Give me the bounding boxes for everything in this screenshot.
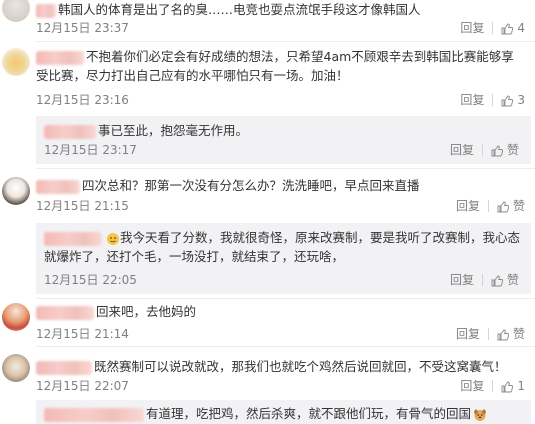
comment-item: 既然赛制可以说改就改，那我们也就吃个鸡然后说回就回，不受这窝囊气！ 12月15日… [0, 352, 535, 396]
reply-button[interactable]: 回复 [456, 198, 480, 214]
like-button[interactable]: 4 [501, 20, 525, 36]
username-blurred[interactable] [36, 305, 94, 320]
reply-text: 有道理，吃把鸡，然后杀爽，就不跟他们玩，有骨气的回国 [44, 404, 523, 423]
comment-actions: 回复 赞 [456, 326, 525, 342]
comment-timestamp: 12月15日 22:07 [36, 379, 129, 393]
like-count: 1 [517, 379, 525, 393]
comment-actions: 回复 4 [460, 20, 525, 36]
reply-button[interactable]: 回复 [450, 142, 474, 158]
reply-button[interactable]: 回复 [456, 326, 480, 342]
comment-timestamp: 12月15日 23:16 [36, 93, 129, 107]
thumbs-up-icon [501, 23, 514, 34]
like-count: 3 [517, 93, 525, 107]
username-blurred[interactable] [36, 360, 92, 375]
reply-box: 有道理，吃把鸡，然后杀爽，就不跟他们玩，有骨气的回国 [36, 400, 531, 424]
comment-text: 不抱着你们必定会有好成绩的想法，只希望4am不顾艰辛去到韩国比赛能够享受比赛，尽… [36, 49, 514, 83]
dog-emoji-icon [474, 409, 486, 421]
comment-text: 既然赛制可以说改就改，那我们也就吃个鸡然后说回就回，不受这窝囊气！ [36, 357, 525, 376]
action-divider [487, 328, 489, 340]
thumbs-up-icon [491, 145, 503, 156]
thumbs-up-icon [497, 329, 509, 340]
comment-timestamp: 12月15日 21:14 [36, 327, 129, 341]
comment-item: 不抱着你们必定会有好成绩的想法，只希望4am不顾艰辛去到韩国比赛能够享受比赛，尽… [0, 44, 535, 164]
action-divider [481, 274, 483, 286]
comment-actions: 回复 3 [460, 92, 525, 108]
comment-item: 回来吧，去他妈的 12月15日 21:14 回复 赞 [0, 302, 535, 344]
comment-actions: 回复 赞 [456, 198, 525, 214]
like-button[interactable]: 1 [501, 378, 525, 394]
comment-text: 四次总和？那第一次没有分怎么办？洗洗睡吧，早点回来直播 [36, 176, 525, 195]
like-button[interactable]: 赞 [491, 142, 519, 158]
reply-text: 我今天看了分数，我就很奇怪，原来改赛制，要是我听了改赛制，我心态就爆炸了，还打个… [44, 230, 521, 264]
thumbs-up-icon [497, 201, 509, 212]
emoji-icon [107, 232, 119, 245]
username-blurred[interactable] [44, 231, 102, 246]
username-blurred[interactable] [44, 407, 144, 422]
like-button[interactable]: 赞 [497, 198, 525, 214]
avatar[interactable] [2, 0, 30, 22]
comment-timestamp: 12月15日 23:37 [36, 21, 129, 35]
comment-divider [36, 346, 535, 347]
comment-actions: 回复 1 [460, 378, 525, 394]
comment-divider [36, 168, 535, 169]
avatar[interactable] [2, 177, 30, 205]
action-divider [492, 94, 494, 106]
like-label: 赞 [506, 143, 519, 157]
comment-item: 韩国人的体育是出了名的臭……电竞也耍点流氓手段这才像韩国人 12月15日 23:… [0, 0, 535, 44]
avatar[interactable] [2, 354, 30, 382]
comment-timestamp: 12月15日 21:15 [36, 199, 129, 213]
reply-actions: 回复 赞 [450, 142, 519, 158]
reply-timestamp: 12月15日 22:05 [44, 273, 137, 287]
like-count: 4 [517, 21, 525, 35]
action-divider [492, 22, 494, 34]
action-divider [481, 144, 483, 156]
like-button[interactable]: 赞 [491, 272, 519, 288]
like-button[interactable]: 3 [501, 92, 525, 108]
reply-text: 事已至此，抱怨毫无作用。 [44, 121, 523, 140]
like-label: 赞 [506, 273, 519, 287]
action-divider [487, 200, 489, 212]
reply-button[interactable]: 回复 [460, 378, 484, 394]
username-blurred[interactable] [44, 124, 96, 139]
like-label: 赞 [512, 327, 525, 341]
thumbs-up-icon [501, 381, 514, 392]
username-blurred[interactable] [36, 3, 56, 18]
reply-button[interactable]: 回复 [460, 20, 484, 36]
thumbs-up-icon [501, 95, 514, 106]
reply-timestamp: 12月15日 23:17 [44, 143, 137, 157]
action-divider [492, 380, 494, 392]
reply-box: 我今天看了分数，我就很奇怪，原来改赛制，要是我听了改赛制，我心态就爆炸了，还打个… [36, 223, 531, 294]
comment-text: 回来吧，去他妈的 [36, 302, 525, 321]
avatar[interactable] [2, 303, 30, 331]
reply-button[interactable]: 回复 [450, 272, 474, 288]
thumbs-up-icon [491, 275, 503, 286]
reply-button[interactable]: 回复 [460, 92, 484, 108]
like-label: 赞 [512, 199, 525, 213]
reply-actions: 回复 赞 [450, 272, 519, 288]
comment-divider [36, 298, 535, 299]
comment-item: 四次总和？那第一次没有分怎么办？洗洗睡吧，早点回来直播 12月15日 21:15… [0, 172, 535, 298]
comment-divider [36, 41, 535, 42]
username-blurred[interactable] [36, 50, 84, 65]
like-button[interactable]: 赞 [497, 326, 525, 342]
comment-text: 韩国人的体育是出了名的臭……电竞也耍点流氓手段这才像韩国人 [36, 0, 525, 19]
reply-box: 事已至此，抱怨毫无作用。 12月15日 23:17 回复 赞 [36, 116, 531, 164]
username-blurred[interactable] [36, 179, 80, 194]
avatar[interactable] [2, 48, 30, 76]
